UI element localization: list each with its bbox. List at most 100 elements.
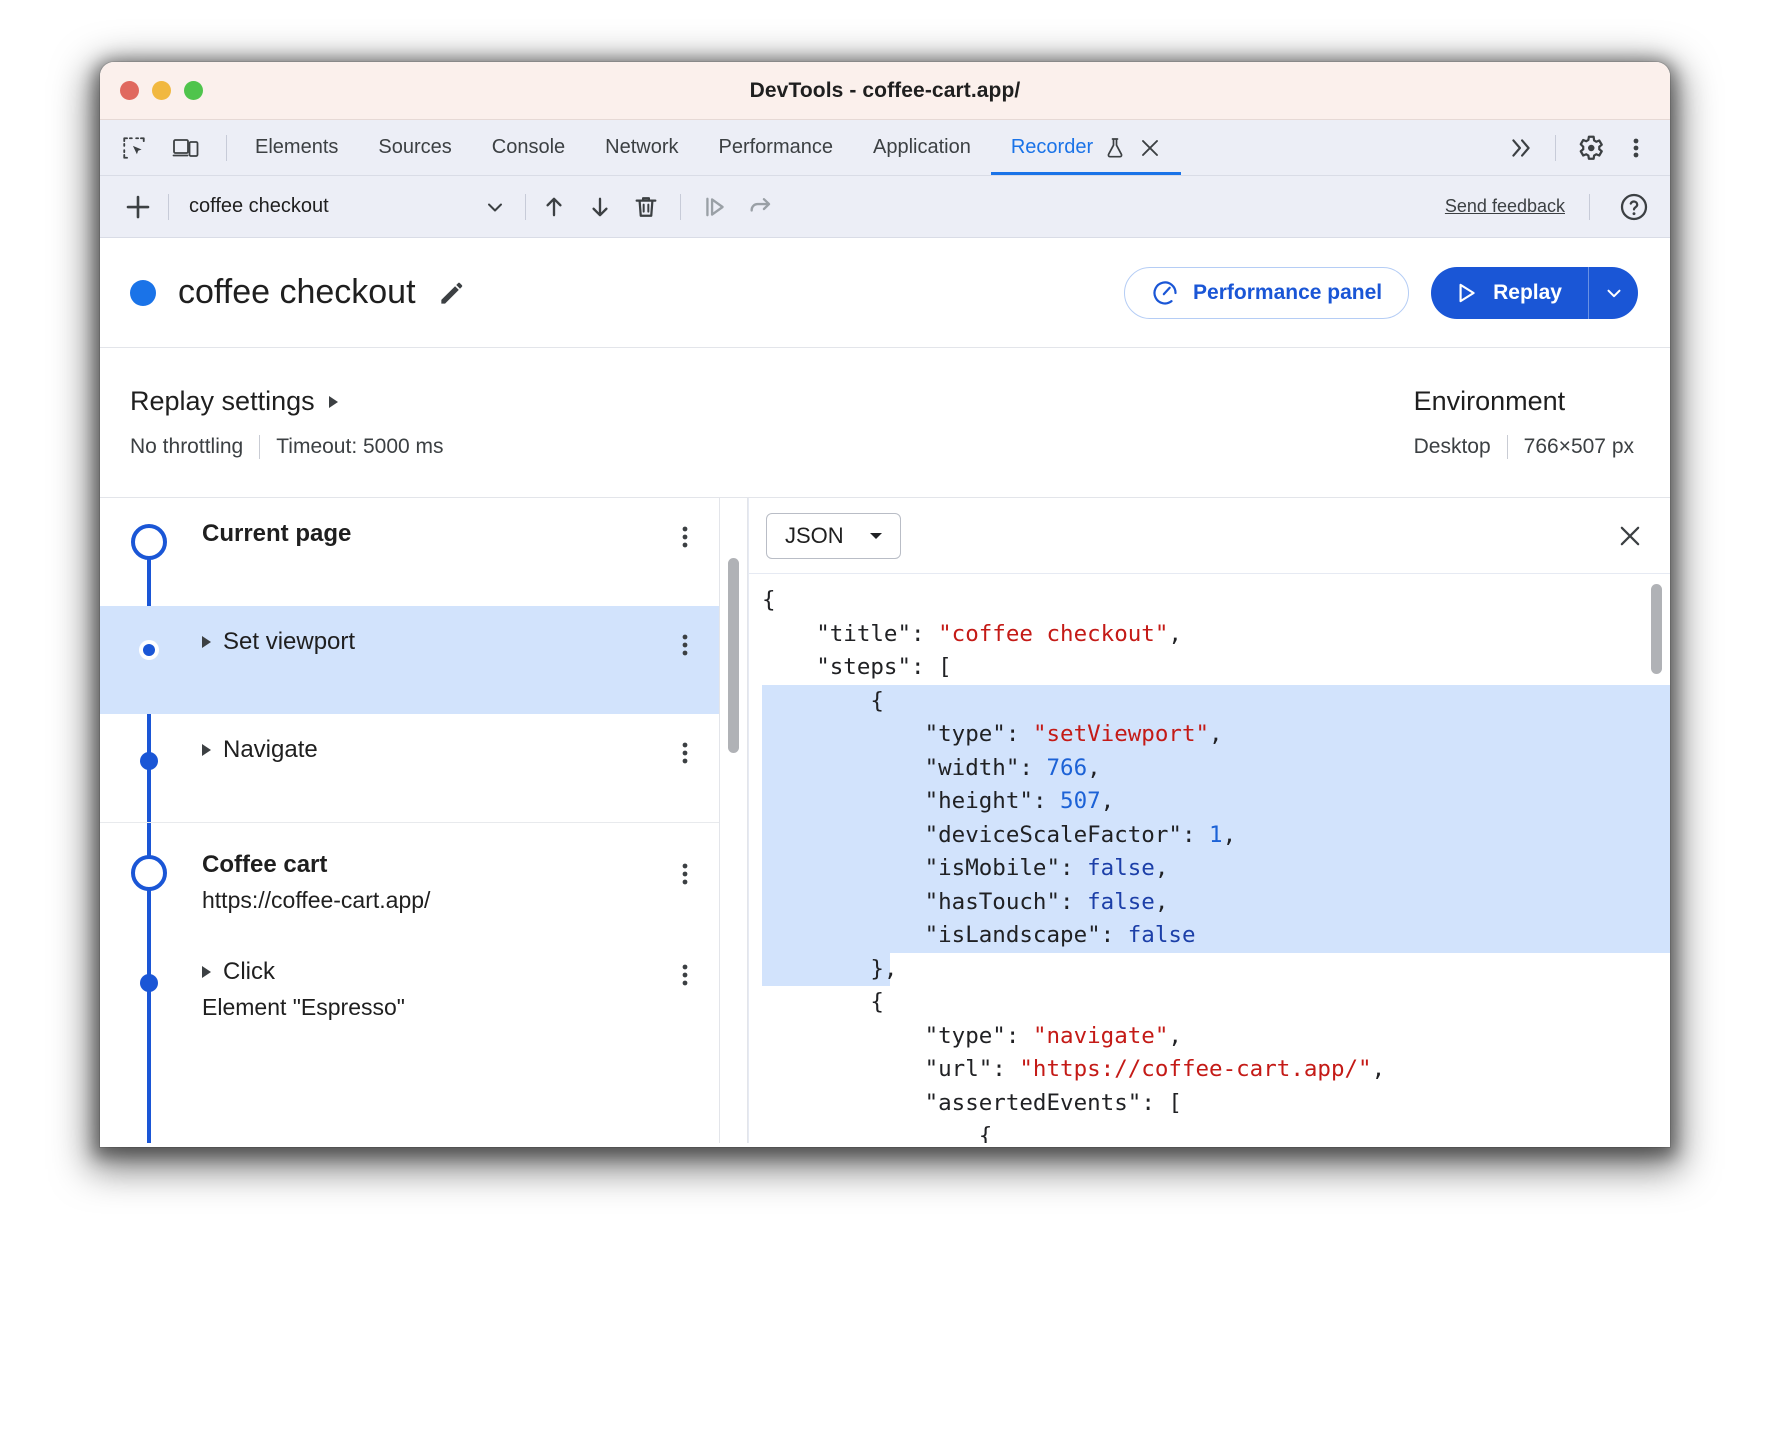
tab-performance[interactable]: Performance: [699, 120, 854, 175]
help-button[interactable]: [1614, 187, 1654, 227]
window-controls[interactable]: [120, 81, 203, 100]
step-marker-dot-icon: [140, 974, 158, 992]
tab-label: Application: [873, 136, 971, 159]
redo-recording-button[interactable]: [741, 187, 781, 227]
tabbar-right-divider: [1555, 135, 1556, 161]
tabbar-divider: [226, 135, 227, 161]
code-line: "height": 507,: [762, 785, 1670, 819]
help-icon: [1618, 191, 1650, 223]
code-area[interactable]: { "title": "coffee checkout", "steps": […: [748, 574, 1670, 1143]
more-options-button[interactable]: [1616, 128, 1656, 168]
tab-label: Sources: [378, 136, 451, 159]
step-menu-button[interactable]: [663, 736, 707, 766]
step-content: Navigate: [202, 736, 663, 764]
code-content[interactable]: { "title": "coffee checkout", "steps": […: [748, 574, 1670, 1143]
code-line: {: [762, 1120, 1670, 1143]
code-scrollbar-thumb[interactable]: [1651, 584, 1662, 674]
step-menu-button[interactable]: [663, 851, 707, 887]
close-tab-button[interactable]: [1139, 137, 1161, 159]
recording-actions: [534, 187, 781, 227]
tab-network[interactable]: Network: [585, 120, 698, 175]
more-tabs-button[interactable]: [1501, 128, 1541, 168]
toolbar-divider-1: [168, 194, 169, 220]
format-selector-value: JSON: [785, 523, 844, 549]
environment-divider: [1507, 435, 1508, 459]
tab-recorder[interactable]: Recorder: [991, 120, 1181, 175]
close-code-panel-button[interactable]: [1608, 514, 1652, 558]
expand-caret-icon[interactable]: [202, 966, 211, 978]
toolbar-divider-3: [680, 194, 681, 220]
steps-panel: Current page Set viewport: [100, 498, 720, 1143]
expand-caret-icon[interactable]: [202, 744, 211, 756]
environment-size: 766×507 px: [1524, 435, 1634, 459]
performance-panel-button[interactable]: Performance panel: [1124, 267, 1409, 319]
step-label: Navigate: [223, 736, 318, 764]
device-toolbar-icon: [172, 135, 200, 161]
minimize-window-button[interactable]: [152, 81, 171, 100]
tab-label: Network: [605, 136, 678, 159]
code-panel: JSON { "title": "coffee checkout", "step…: [748, 498, 1670, 1143]
step-navigate[interactable]: Navigate: [100, 714, 719, 822]
step-label-row: Navigate: [202, 736, 663, 764]
timeout-value: Timeout: 5000 ms: [276, 435, 443, 459]
step-content: Click Element "Espresso": [202, 958, 663, 1021]
send-feedback-link[interactable]: Send feedback: [1445, 196, 1565, 217]
step-content: Current page: [202, 520, 663, 548]
recording-selector[interactable]: coffee checkout: [177, 187, 517, 227]
close-window-button[interactable]: [120, 81, 139, 100]
steps-scrollbar[interactable]: [720, 498, 748, 1143]
summary-divider: [259, 435, 260, 459]
replay-recording-button[interactable]: [695, 187, 735, 227]
settings-button[interactable]: [1570, 128, 1610, 168]
tabbar-right-tools: [1501, 120, 1670, 175]
tab-label: Elements: [255, 136, 338, 159]
code-line: {: [762, 986, 1670, 1020]
tab-elements[interactable]: Elements: [235, 120, 358, 175]
step-current-page[interactable]: Current page: [100, 498, 719, 606]
code-line: "steps": [: [762, 651, 1670, 685]
step-menu-button[interactable]: [663, 958, 707, 988]
toolbar-divider-2: [525, 194, 526, 220]
tab-sources[interactable]: Sources: [358, 120, 471, 175]
delete-recording-button[interactable]: [626, 187, 666, 227]
export-recording-button[interactable]: [580, 187, 620, 227]
step-content: Set viewport: [202, 628, 663, 656]
download-icon: [586, 193, 614, 221]
recording-header: coffee checkout Performance panel: [100, 238, 1670, 348]
step-label: Coffee cart: [202, 851, 663, 879]
steps-scrollbar-thumb[interactable]: [728, 558, 739, 753]
import-recording-button[interactable]: [534, 187, 574, 227]
maximize-window-button[interactable]: [184, 81, 203, 100]
step-marker-ring-icon: [131, 855, 167, 891]
tab-label: Performance: [719, 136, 834, 159]
tab-console[interactable]: Console: [472, 120, 585, 175]
redo-icon: [747, 193, 775, 221]
kebab-menu-icon: [1624, 135, 1648, 161]
experiment-flask-icon: [1103, 136, 1127, 160]
trash-icon: [632, 193, 660, 221]
replay-button-group: Replay: [1431, 267, 1638, 319]
inspect-element-button[interactable]: [114, 128, 154, 168]
edit-title-button[interactable]: [436, 277, 468, 309]
device-toolbar-button[interactable]: [166, 128, 206, 168]
header-actions: Performance panel Replay: [1124, 267, 1638, 319]
step-set-viewport[interactable]: Set viewport: [100, 606, 719, 714]
step-menu-button[interactable]: [663, 520, 707, 550]
format-selector[interactable]: JSON: [766, 513, 901, 559]
step-label: Set viewport: [223, 628, 355, 656]
tab-application[interactable]: Application: [853, 120, 991, 175]
replay-options-button[interactable]: [1588, 267, 1638, 319]
environment-summary: Desktop 766×507 px: [1414, 435, 1634, 459]
create-recording-button[interactable]: [116, 185, 160, 229]
replay-settings-toggle[interactable]: Replay settings: [130, 386, 444, 417]
feedback-area: Send feedback: [1445, 187, 1654, 227]
expand-caret-icon[interactable]: [202, 636, 211, 648]
recording-selector-value: coffee checkout: [189, 195, 329, 218]
step-menu-button[interactable]: [663, 628, 707, 658]
replay-button[interactable]: Replay: [1431, 267, 1588, 319]
step-marker-dot-icon: [139, 640, 159, 660]
throttling-value: No throttling: [130, 435, 243, 459]
step-coffee-cart[interactable]: Coffee cart https://coffee-cart.app/: [100, 822, 719, 936]
step-click[interactable]: Click Element "Espresso": [100, 936, 719, 1044]
code-line: "deviceScaleFactor": 1,: [762, 819, 1670, 853]
